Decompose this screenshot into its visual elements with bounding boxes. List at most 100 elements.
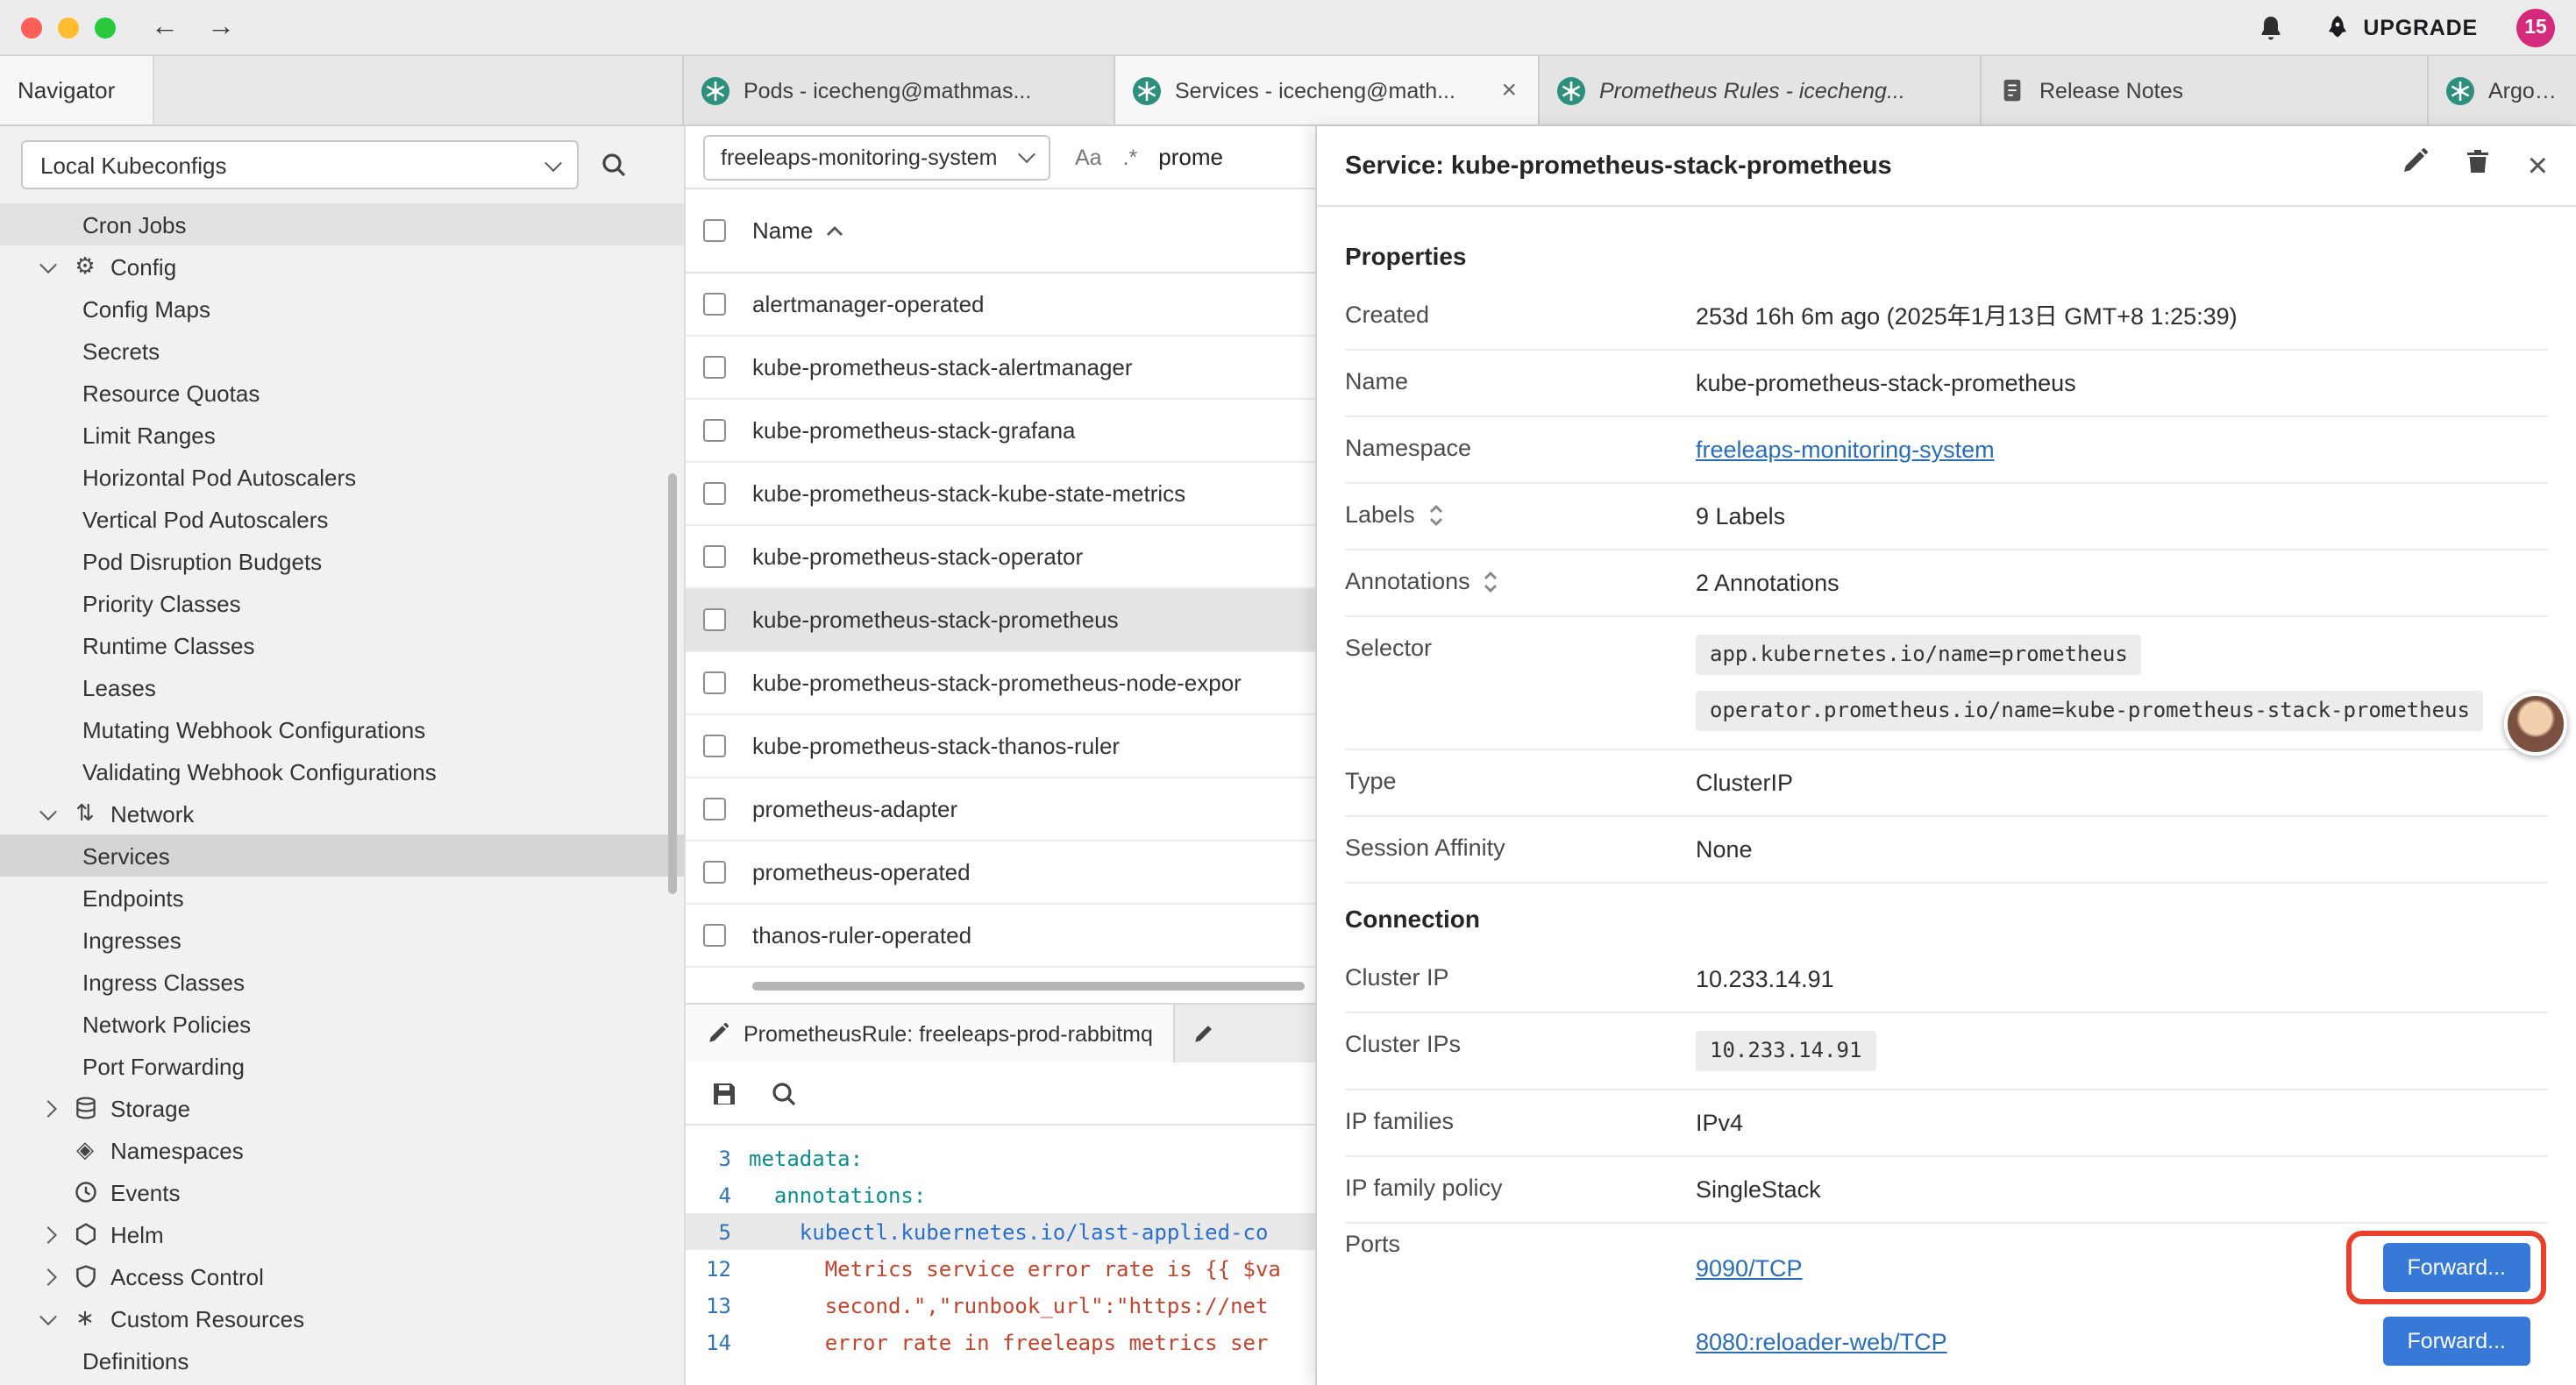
dock-tab-partial[interactable]	[1176, 1005, 1234, 1062]
row-checkbox[interactable]	[703, 419, 726, 442]
editor-search-icon[interactable]	[770, 1079, 798, 1107]
regex-toggle[interactable]: .*	[1123, 145, 1138, 169]
yaml-editor[interactable]: 3metadata: 4 annotations: 5 kubectl.kube…	[686, 1126, 1315, 1385]
table-row[interactable]: kube-prometheus-stack-grafana	[686, 400, 1315, 463]
tab-argo[interactable]: Argo Se	[2429, 56, 2576, 124]
sidebar-item-port-forwarding[interactable]: Port Forwarding	[0, 1045, 684, 1087]
table-row[interactable]: prometheus-operated	[686, 842, 1315, 905]
tab-pods[interactable]: Pods - icecheng@mathmas...	[684, 56, 1115, 124]
sidebar-item-runtime-classes[interactable]: Runtime Classes	[0, 624, 684, 666]
list-search-input[interactable]: Aa .* prome	[1075, 144, 1223, 170]
table-row[interactable]: kube-prometheus-stack-prometheus-node-ex…	[686, 652, 1315, 715]
sidebar-item-definitions[interactable]: Definitions	[0, 1339, 684, 1381]
sidebar-item-ingress-classes[interactable]: Ingress Classes	[0, 961, 684, 1003]
zoom-window-button[interactable]	[95, 17, 116, 38]
sidebar-item-network[interactable]: ⇅ Network	[0, 792, 684, 835]
row-checkbox[interactable]	[703, 924, 726, 947]
sidebar-item-secrets[interactable]: Secrets	[0, 330, 684, 372]
sidebar-item-config-maps[interactable]: Config Maps	[0, 288, 684, 330]
expand-sort-icon[interactable]	[1483, 569, 1500, 593]
forward-button[interactable]: Forward...	[2382, 1243, 2530, 1292]
save-icon[interactable]	[710, 1079, 738, 1107]
sidebar-item-storage[interactable]: Storage	[0, 1087, 684, 1129]
expand-sort-icon[interactable]	[1427, 502, 1445, 527]
chevron-down-icon[interactable]	[35, 807, 60, 820]
sidebar-item-custom-resources[interactable]: ∗ Custom Resources	[0, 1297, 684, 1339]
forward-button[interactable]: →	[207, 11, 235, 43]
row-checkbox[interactable]	[703, 608, 726, 631]
select-all-checkbox[interactable]	[703, 219, 726, 242]
table-row[interactable]: kube-prometheus-stack-kube-state-metrics	[686, 463, 1315, 526]
column-header-name[interactable]: Name	[752, 217, 843, 244]
sidebar-item-cron-jobs[interactable]: Cron Jobs	[0, 203, 684, 245]
forward-button[interactable]: Forward...	[2382, 1317, 2530, 1366]
back-button[interactable]: ←	[151, 11, 179, 43]
delete-trash-icon[interactable]	[2465, 147, 2493, 184]
sidebar-item-pod-disruption-budgets[interactable]: Pod Disruption Budgets	[0, 540, 684, 582]
horizontal-scrollbar[interactable]	[752, 982, 1305, 991]
minimize-window-button[interactable]	[58, 17, 79, 38]
sidebar-item-mutating-webhook-configurations[interactable]: Mutating Webhook Configurations	[0, 708, 684, 750]
chevron-right-icon[interactable]	[35, 1270, 60, 1282]
sidebar-item-validating-webhook-configurations[interactable]: Validating Webhook Configurations	[0, 750, 684, 792]
row-checkbox[interactable]	[703, 798, 726, 820]
helm-icon	[70, 1222, 100, 1246]
chevron-right-icon[interactable]	[35, 1102, 60, 1114]
notifications-bell-icon[interactable]	[2256, 13, 2284, 41]
tab-prometheus-rules[interactable]: Prometheus Rules - icecheng...	[1540, 56, 1982, 124]
sidebar-item-priority-classes[interactable]: Priority Classes	[0, 582, 684, 624]
sidebar-search-icon[interactable]	[600, 151, 628, 179]
row-checkbox[interactable]	[703, 293, 726, 316]
sidebar-item-ingresses[interactable]: Ingresses	[0, 919, 684, 961]
table-row-selected[interactable]: kube-prometheus-stack-prometheus	[686, 589, 1315, 652]
table-row[interactable]: thanos-ruler-operated	[686, 905, 1315, 968]
tab-release-notes[interactable]: Release Notes	[1982, 56, 2429, 124]
table-row[interactable]: prometheus-adapter	[686, 778, 1315, 842]
row-checkbox[interactable]	[703, 735, 726, 757]
sidebar-scrollbar[interactable]	[668, 473, 677, 894]
kubeconfig-select[interactable]: Local Kubeconfigs	[21, 140, 579, 189]
port-link-8080[interactable]: 8080:reloader-web/TCP	[1696, 1328, 1947, 1354]
sidebar-item-vertical-pod-autoscalers[interactable]: Vertical Pod Autoscalers	[0, 498, 684, 540]
match-case-toggle[interactable]: Aa	[1075, 145, 1102, 169]
navigator-tree: Cron Jobs ⚙ Config Config Maps Secrets R…	[0, 203, 684, 1381]
tab-close-icon[interactable]: ×	[1498, 75, 1520, 105]
sidebar-item-resource-quotas[interactable]: Resource Quotas	[0, 372, 684, 414]
table-row[interactable]: kube-prometheus-stack-operator	[686, 526, 1315, 589]
sidebar-item-namespaces[interactable]: ◈ Namespaces	[0, 1129, 684, 1171]
namespace-select[interactable]: freeleaps-monitoring-system	[703, 134, 1050, 180]
close-window-button[interactable]	[21, 17, 42, 38]
row-checkbox[interactable]	[703, 545, 726, 568]
row-checkbox[interactable]	[703, 671, 726, 694]
chevron-down-icon[interactable]	[35, 1312, 60, 1325]
row-checkbox[interactable]	[703, 356, 726, 379]
dock-tab-prometheusrule[interactable]: PrometheusRule: freeleaps-prod-rabbitmq	[686, 1005, 1176, 1062]
chevron-down-icon[interactable]	[35, 260, 60, 273]
sidebar-item-events[interactable]: Events	[0, 1171, 684, 1213]
sidebar-item-services[interactable]: Services	[0, 835, 684, 877]
edit-pencil-icon[interactable]	[2402, 147, 2430, 184]
row-checkbox[interactable]	[703, 482, 726, 505]
code-line: metadata:	[749, 1146, 863, 1170]
namespace-link[interactable]: freeleaps-monitoring-system	[1696, 437, 1995, 463]
tab-services[interactable]: Services - icecheng@math... ×	[1115, 56, 1540, 124]
sidebar-item-network-policies[interactable]: Network Policies	[0, 1003, 684, 1045]
close-icon[interactable]: ×	[2528, 148, 2548, 183]
sidebar-item-endpoints[interactable]: Endpoints	[0, 877, 684, 919]
sidebar-item-limit-ranges[interactable]: Limit Ranges	[0, 414, 684, 456]
table-row[interactable]: kube-prometheus-stack-thanos-ruler	[686, 715, 1315, 778]
notification-count-badge[interactable]: 15	[2516, 8, 2555, 46]
table-row[interactable]: kube-prometheus-stack-alertmanager	[686, 337, 1315, 400]
sidebar-item-label: Leases	[82, 674, 156, 700]
sidebar-item-horizontal-pod-autoscalers[interactable]: Horizontal Pod Autoscalers	[0, 456, 684, 498]
upgrade-button[interactable]: UPGRADE	[2323, 13, 2478, 41]
port-link-9090[interactable]: 9090/TCP	[1696, 1254, 1803, 1281]
row-checkbox[interactable]	[703, 861, 726, 884]
sidebar-item-helm[interactable]: Helm	[0, 1213, 684, 1255]
sidebar-item-leases[interactable]: Leases	[0, 666, 684, 708]
user-avatar[interactable]	[2504, 692, 2567, 756]
table-row[interactable]: alertmanager-operated	[686, 273, 1315, 337]
chevron-right-icon[interactable]	[35, 1228, 60, 1240]
sidebar-item-config[interactable]: ⚙ Config	[0, 245, 684, 288]
sidebar-item-access-control[interactable]: Access Control	[0, 1255, 684, 1297]
